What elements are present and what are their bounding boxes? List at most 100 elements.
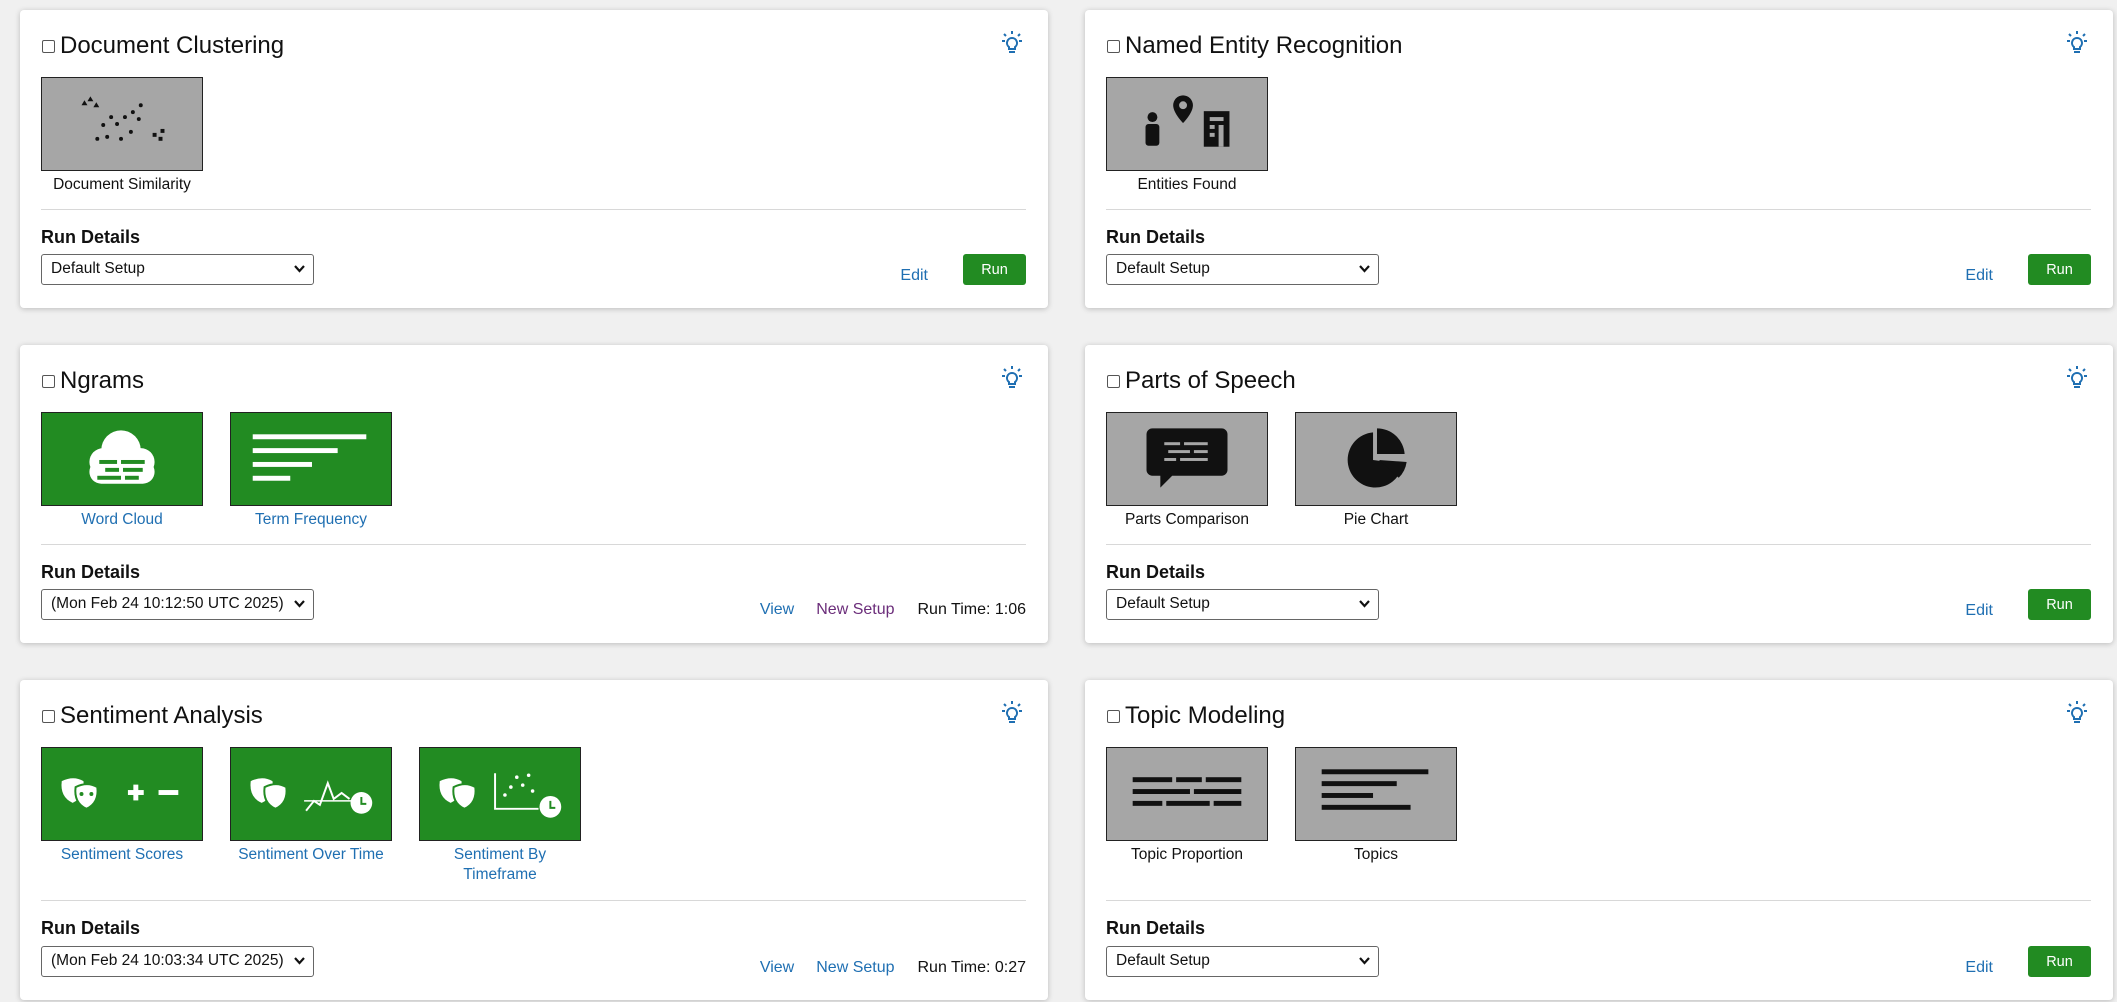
- card-title: Ngrams: [60, 367, 145, 394]
- run-details-label: Run Details: [41, 562, 141, 582]
- tile-label[interactable]: Word Cloud: [81, 510, 163, 530]
- select-checkbox[interactable]: [42, 709, 55, 723]
- run-details-label: Run Details: [41, 227, 141, 247]
- visualization-tiles: Entities Found: [1106, 77, 1268, 195]
- tile-image[interactable]: [230, 412, 392, 506]
- run-button[interactable]: Run: [2028, 946, 2091, 977]
- card-header: Sentiment Analysis: [42, 702, 263, 730]
- select-checkbox[interactable]: [1107, 374, 1120, 388]
- run-details-select[interactable]: Default Setup: [1106, 254, 1379, 285]
- tile-image[interactable]: [1295, 412, 1457, 506]
- chevron-down-icon: [294, 265, 305, 273]
- edit-link[interactable]: Edit: [1965, 267, 1993, 285]
- select-value: (Mon Feb 24 10:03:34 UTC 2025): [51, 952, 284, 969]
- run-details-select[interactable]: (Mon Feb 24 10:03:34 UTC 2025): [41, 946, 314, 977]
- card-title: Document Clustering: [60, 32, 285, 59]
- masks-plus-minus-icon: [61, 778, 179, 810]
- card-header: Named Entity Recognition: [1107, 32, 1402, 60]
- tile-image[interactable]: [1106, 747, 1268, 841]
- card-title: Sentiment Analysis: [60, 702, 263, 729]
- lightbulb-icon[interactable]: [2063, 700, 2091, 728]
- visualization-tiles: Document Similarity: [41, 77, 203, 195]
- tile-topics[interactable]: Topics: [1295, 747, 1457, 865]
- card-header: Topic Modeling: [1107, 702, 1285, 730]
- tile-image[interactable]: [1295, 747, 1457, 841]
- view-link[interactable]: View: [760, 959, 794, 977]
- tile-image[interactable]: [41, 747, 203, 841]
- chevron-down-icon: [1359, 600, 1370, 608]
- select-checkbox[interactable]: [1107, 709, 1120, 723]
- speech-bubble-icon: [1146, 428, 1228, 488]
- run-button[interactable]: Run: [2028, 254, 2091, 285]
- chevron-down-icon: [1359, 957, 1370, 965]
- lightbulb-icon[interactable]: [998, 30, 1026, 58]
- run-details-label: Run Details: [1106, 227, 1206, 247]
- tile-topic-proportion[interactable]: Topic Proportion: [1106, 747, 1268, 865]
- run-button[interactable]: Run: [2028, 589, 2091, 620]
- chevron-down-icon: [294, 957, 305, 965]
- run-button[interactable]: Run: [963, 254, 1026, 285]
- term-frequency-bars-icon: [252, 434, 367, 481]
- edit-link[interactable]: Edit: [900, 267, 928, 285]
- tile-label[interactable]: Sentiment By Timeframe: [419, 845, 581, 885]
- run-details-select[interactable]: Default Setup: [1106, 946, 1379, 977]
- tile-label[interactable]: Sentiment Over Time: [238, 845, 384, 865]
- select-checkbox[interactable]: [1107, 39, 1120, 53]
- tile-label[interactable]: Term Frequency: [255, 510, 367, 530]
- view-link[interactable]: View: [760, 601, 794, 619]
- run-details-select[interactable]: (Mon Feb 24 10:12:50 UTC 2025): [41, 589, 314, 620]
- tile-image[interactable]: [1106, 412, 1268, 506]
- new-setup-link[interactable]: New Setup: [816, 601, 894, 619]
- tile-sentiment-scores[interactable]: Sentiment Scores: [41, 747, 203, 885]
- card-parts-of-speech: Parts of Speech Parts Comparison Pie Cha…: [1085, 345, 2113, 643]
- tile-label: Document Similarity: [53, 176, 191, 193]
- tile-parts-comparison[interactable]: Parts Comparison: [1106, 412, 1268, 530]
- run-details-select[interactable]: Default Setup: [41, 254, 314, 285]
- visualization-tiles: Parts Comparison Pie Chart: [1106, 412, 1457, 530]
- tile-image[interactable]: [41, 412, 203, 506]
- card-document-clustering: Document Clustering Document Similarity …: [20, 10, 1048, 308]
- tile-label: Topics: [1354, 846, 1398, 863]
- divider: [1106, 544, 2091, 545]
- tile-label: Pie Chart: [1343, 511, 1409, 528]
- tile-image[interactable]: [1106, 77, 1268, 171]
- card-named-entity-recognition: Named Entity Recognition Entities Found …: [1085, 10, 2113, 308]
- lightbulb-icon[interactable]: [998, 365, 1026, 393]
- divider: [1106, 900, 2091, 901]
- tile-pie-chart[interactable]: Pie Chart: [1295, 412, 1457, 530]
- select-checkbox[interactable]: [42, 374, 55, 388]
- select-checkbox[interactable]: [42, 39, 55, 53]
- tile-label[interactable]: Sentiment Scores: [61, 845, 183, 865]
- run-time: Run Time: 1:06: [917, 601, 1027, 618]
- run-details-select[interactable]: Default Setup: [1106, 589, 1379, 620]
- lightbulb-icon[interactable]: [2063, 30, 2091, 58]
- lightbulb-icon[interactable]: [2063, 365, 2091, 393]
- run-details-label: Run Details: [41, 918, 141, 938]
- edit-link[interactable]: Edit: [1965, 602, 1993, 620]
- lightbulb-icon[interactable]: [998, 700, 1026, 728]
- card-actions: Edit Run: [1965, 254, 2091, 285]
- tile-image[interactable]: [230, 747, 392, 841]
- person-pin-building-icon: [1145, 95, 1230, 147]
- tile-entities-found[interactable]: Entities Found: [1106, 77, 1268, 195]
- tile-document-similarity[interactable]: Document Similarity: [41, 77, 203, 195]
- tile-sentiment-by-timeframe[interactable]: Sentiment By Timeframe: [419, 747, 581, 885]
- card-title: Named Entity Recognition: [1125, 32, 1403, 59]
- divider: [41, 544, 1026, 545]
- card-actions: Edit Run: [1965, 589, 2091, 620]
- new-setup-link[interactable]: New Setup: [816, 959, 894, 977]
- topics-bars-icon: [1321, 769, 1429, 810]
- tile-word-cloud[interactable]: Word Cloud: [41, 412, 203, 530]
- chevron-down-icon: [294, 600, 305, 608]
- edit-link[interactable]: Edit: [1965, 959, 1993, 977]
- tile-term-frequency[interactable]: Term Frequency: [230, 412, 392, 530]
- card-header: Parts of Speech: [1107, 367, 1296, 395]
- tile-image[interactable]: [41, 77, 203, 171]
- tile-label: Parts Comparison: [1124, 511, 1250, 528]
- tile-image[interactable]: [419, 747, 581, 841]
- card-sentiment-analysis: Sentiment Analysis Sentiment Scores Sent…: [20, 680, 1048, 1000]
- topic-proportion-icon: [1132, 777, 1242, 806]
- masks-scatter-clock-icon: [439, 773, 562, 818]
- tile-sentiment-over-time[interactable]: Sentiment Over Time: [230, 747, 392, 885]
- run-details-label: Run Details: [1106, 562, 1206, 582]
